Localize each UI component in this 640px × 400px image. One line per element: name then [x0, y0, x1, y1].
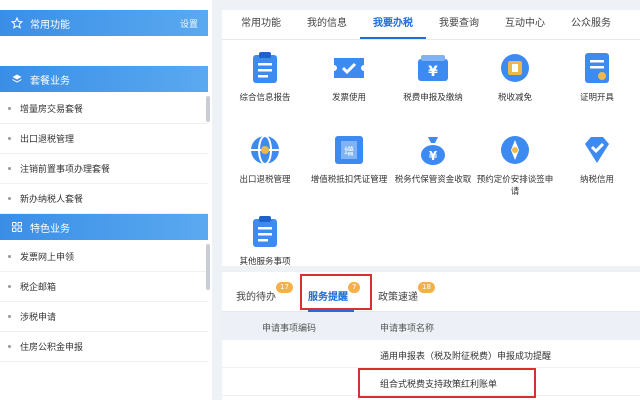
special-business-title: 特色业务: [30, 223, 70, 235]
tab-policy-express[interactable]: 政策速递: [378, 288, 418, 303]
tab-public-service[interactable]: 公众服务: [558, 9, 624, 39]
special-list-scrollbar[interactable]: [206, 244, 210, 290]
sidebar-item-label: 住房公积金申报: [20, 343, 84, 353]
sidebar-item-label: 新办纳税人套餐: [20, 195, 84, 205]
tab-interaction-center[interactable]: 互动中心: [492, 9, 558, 39]
certificate-icon: [579, 50, 615, 86]
svg-text:增: 增: [344, 145, 354, 158]
service-pricing-arrangement[interactable]: 预约定价安排谈签申请: [474, 132, 556, 198]
bullet-icon: [8, 285, 11, 288]
service-tax-credit[interactable]: 纳税信用: [556, 132, 638, 186]
tab-my-info[interactable]: 我的信息: [294, 9, 360, 39]
star-icon: [10, 17, 24, 29]
ticket-icon: [331, 50, 367, 86]
service-certificate-issue[interactable]: 证明开具: [556, 50, 638, 104]
sidebar-item-new-taxpayer[interactable]: 新办纳税人套餐: [0, 184, 208, 214]
shield-check-icon: [579, 132, 615, 168]
table-header: 申请事项编码 申请事项名称: [222, 312, 640, 340]
service-label: 发票使用: [331, 93, 366, 103]
service-label: 出口退税管理: [239, 175, 291, 185]
service-label: 增值税抵扣凭证管理: [310, 175, 388, 185]
svg-text:¥: ¥: [429, 149, 438, 163]
service-vat-deduction[interactable]: 增 增值税抵扣凭证管理: [308, 132, 390, 186]
layers-icon: [10, 73, 24, 85]
bullet-icon: [8, 315, 11, 318]
sidebar-item-housing-fund[interactable]: 住房公积金申报: [0, 332, 208, 362]
package-business-header[interactable]: 套餐业务: [0, 66, 208, 92]
document-list-icon: [247, 50, 283, 86]
service-label: 税收减免: [497, 93, 532, 103]
sidebar-item-label: 发票网上申领: [20, 253, 75, 263]
notification-panel: 我的待办 17 服务提醒 7 政策速递 18 申请事项编码 申请事项名称 通用申…: [222, 272, 640, 400]
policy-count-badge: 18: [418, 282, 435, 293]
invoice-stamp-icon: 增: [331, 132, 367, 168]
service-tax-declaration[interactable]: ¥ 税费申报及缴纳: [392, 50, 474, 104]
service-invoice-use[interactable]: 发票使用: [308, 50, 390, 104]
sidebar-item-label: 注销前置事项办理套餐: [20, 165, 111, 175]
common-functions-title: 常用功能: [30, 19, 70, 31]
notification-tabs: 我的待办 17 服务提醒 7 政策速递 18: [222, 272, 640, 312]
column-header-name: 申请事项名称: [380, 324, 435, 334]
service-label: 预约定价安排谈签申请: [476, 175, 554, 197]
coin-icon: [497, 50, 533, 86]
service-label: 综合信息报告: [239, 93, 291, 103]
service-label: 证明开具: [579, 93, 614, 103]
package-business-list: 增量房交易套餐 出口退税管理 注销前置事项办理套餐 新办纳税人套餐: [0, 94, 208, 214]
bullet-icon: [8, 345, 11, 348]
sidebar-item-export-rebate[interactable]: 出口退税管理: [0, 124, 208, 154]
document-list-icon: [247, 214, 283, 250]
special-business-header[interactable]: 特色业务: [0, 214, 208, 240]
bullet-icon: [8, 255, 11, 258]
package-list-scrollbar[interactable]: [206, 96, 210, 122]
tab-tax-handling[interactable]: 我要办税: [360, 9, 426, 39]
sidebar-item-label: 涉税申请: [20, 313, 57, 323]
highlight-box-row: [358, 368, 536, 398]
service-label: 税务代保管资金收取: [394, 175, 472, 185]
cell-name: 通用申报表（税及附征税费）申报成功提醒: [380, 352, 552, 362]
service-tax-reduction[interactable]: 税收减免: [474, 50, 556, 104]
compass-icon: [497, 132, 533, 168]
common-functions-header: 常用功能 设置: [0, 10, 208, 36]
tab-query[interactable]: 我要查询: [426, 9, 492, 39]
service-other-items[interactable]: 其他服务事项: [224, 214, 306, 268]
package-business-title: 套餐业务: [30, 75, 70, 87]
money-bag-icon: ¥: [415, 132, 451, 168]
column-header-code: 申请事项编码: [262, 324, 317, 334]
sidebar-item-tax-mailbox[interactable]: 税企邮箱: [0, 272, 208, 302]
left-panel: 常用功能 设置 套餐业务 增量房交易套餐 出口退税管理 注销前置事项办理套餐 新…: [0, 0, 212, 400]
sidebar-item-deregistration[interactable]: 注销前置事项办理套餐: [0, 154, 208, 184]
tab-my-todo[interactable]: 我的待办: [236, 288, 276, 303]
main-services-panel: 常用功能 我的信息 我要办税 我要查询 互动中心 公众服务 综合信息报告 发票使…: [222, 10, 640, 268]
service-export-rebate[interactable]: 出口退税管理: [224, 132, 306, 186]
highlight-box-tab: [300, 274, 372, 310]
sidebar-item-tax-application[interactable]: 涉税申请: [0, 302, 208, 332]
bullet-icon: [8, 137, 11, 140]
bullet-icon: [8, 197, 11, 200]
service-label: 其他服务事项: [239, 257, 291, 267]
tab-common-functions[interactable]: 常用功能: [228, 9, 294, 39]
sidebar-item-label: 税企邮箱: [20, 283, 57, 293]
sidebar-item-incremental-housing[interactable]: 增量房交易套餐: [0, 94, 208, 124]
todo-count-badge: 17: [276, 282, 293, 293]
bullet-icon: [8, 107, 11, 110]
settings-link[interactable]: 设置: [180, 17, 198, 30]
grid-icon: [10, 221, 24, 233]
globe-icon: [247, 132, 283, 168]
yen-wallet-icon: ¥: [415, 50, 451, 86]
service-label: 纳税信用: [579, 175, 614, 185]
main-tabs: 常用功能 我的信息 我要办税 我要查询 互动中心 公众服务: [222, 10, 640, 40]
service-fund-custody[interactable]: ¥ 税务代保管资金收取: [392, 132, 474, 186]
svg-text:¥: ¥: [428, 64, 438, 80]
table-row[interactable]: 通用申报表（税及附征税费）申报成功提醒: [222, 340, 640, 368]
bullet-icon: [8, 167, 11, 170]
sidebar-item-label: 出口退税管理: [20, 135, 75, 145]
special-business-list: 发票网上申领 税企邮箱 涉税申请 住房公积金申报: [0, 242, 208, 362]
sidebar-item-invoice-apply[interactable]: 发票网上申领: [0, 242, 208, 272]
service-comprehensive-report[interactable]: 综合信息报告: [224, 50, 306, 104]
service-label: 税费申报及缴纳: [403, 93, 463, 103]
sidebar-item-label: 增量房交易套餐: [20, 105, 84, 115]
